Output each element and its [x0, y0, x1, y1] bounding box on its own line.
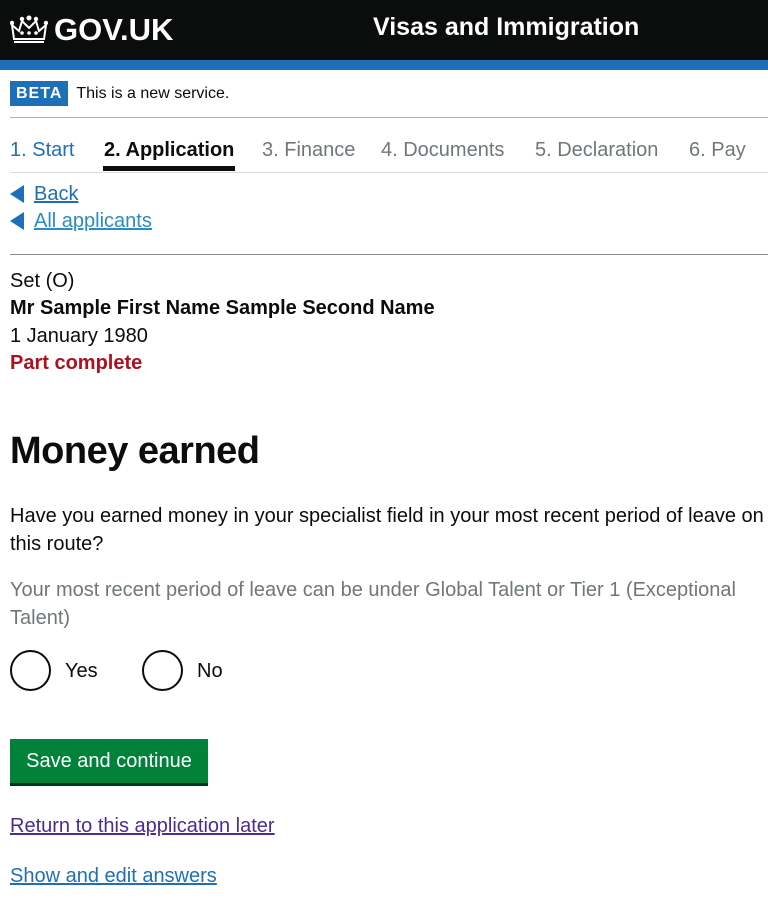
step-declaration: 5. Declaration — [535, 139, 659, 161]
applicant-set: Set (O) — [10, 270, 75, 292]
radio-yes-label: Yes — [65, 659, 98, 682]
radio-no[interactable]: No — [142, 650, 223, 691]
beta-text: This is a new service. — [76, 84, 230, 102]
back-link[interactable]: Back — [10, 182, 78, 206]
govuk-logo-link[interactable]: GOV.UK — [10, 10, 173, 50]
phase-banner: BETA This is a new service. — [10, 70, 768, 118]
radio-yes-circle[interactable] — [10, 650, 51, 691]
section-divider — [10, 254, 768, 255]
site-header: GOV.UK Visas and Immigration — [0, 0, 768, 60]
all-applicants-link[interactable]: All applicants — [10, 209, 152, 233]
applicant-name: Mr Sample First Name Sample Second Name — [10, 297, 435, 319]
back-arrow-icon — [10, 185, 24, 203]
all-applicants-label: All applicants — [34, 210, 152, 232]
return-later-link[interactable]: Return to this application later — [10, 814, 275, 838]
logo-text: GOV.UK — [54, 12, 174, 47]
current-step-indicator — [103, 166, 235, 171]
step-navigation: 1. Start 2. Application 3. Finance 4. Do… — [10, 118, 768, 173]
back-link-label: Back — [34, 183, 79, 205]
service-name-link[interactable]: Visas and Immigration — [373, 13, 639, 42]
header-blue-bar — [0, 60, 768, 70]
step-application: 2. Application — [104, 139, 235, 161]
back-arrow-icon — [10, 212, 24, 230]
applicant-dob: 1 January 1980 — [10, 325, 148, 347]
beta-tag: BETA — [10, 81, 69, 106]
show-edit-answers-link[interactable]: Show and edit answers — [10, 864, 217, 888]
question-hint: Your most recent period of leave can be … — [10, 579, 736, 629]
step-finance: 3. Finance — [262, 139, 356, 161]
radio-no-circle[interactable] — [142, 650, 183, 691]
radio-yes[interactable]: Yes — [10, 650, 98, 691]
crown-icon — [10, 15, 48, 43]
save-and-continue-button[interactable]: Save and continue — [10, 739, 208, 783]
step-start[interactable]: 1. Start — [10, 138, 74, 162]
page-title: Money earned — [10, 430, 260, 472]
applicant-status: Part complete — [10, 352, 143, 374]
question-text: Have you earned money in your specialist… — [10, 505, 764, 555]
step-pay: 6. Pay — [689, 139, 746, 161]
radio-no-label: No — [197, 659, 223, 682]
step-documents: 4. Documents — [381, 139, 505, 161]
